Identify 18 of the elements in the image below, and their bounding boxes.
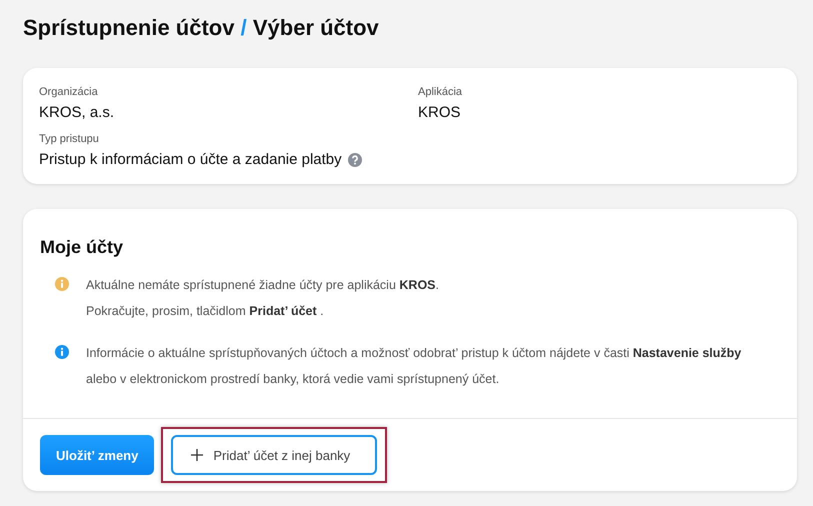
field-label: Typ pristupu <box>39 133 100 145</box>
info-icon <box>55 345 69 359</box>
message-text: Pokračujte, prosim, tlačidlom Pridat’ účet . <box>86 303 325 320</box>
breadcrumb-separator: / <box>240 15 247 40</box>
message-text: Informácie o aktuálne sprístupňovaných účtoch a možnosť odobrat’ pristup k účtom nájdete v časti Nastavenie služby alebo v elektronickom prostredí banky, ktorá vedie vami sprístupnený účet. <box>86 345 742 388</box>
section-title: Moje účty <box>39 236 124 259</box>
info-icon <box>55 277 69 291</box>
page-title: Výber účtov <box>252 15 379 40</box>
field-label: Aplikácia <box>418 86 464 98</box>
field-value: KROS <box>418 104 461 121</box>
field-value: KROS, a.s. <box>39 104 114 121</box>
plus-icon <box>191 449 204 461</box>
add-account-button[interactable]: Pridat’ účet z inej banky <box>171 435 378 475</box>
field-value: Pristup k informáciam o účte a zadanie platby <box>39 151 342 168</box>
field-label: Organizácia <box>39 86 99 98</box>
page-title: Sprístupnenie účtov <box>23 15 234 40</box>
help-icon[interactable] <box>348 152 362 166</box>
message-text: Aktuálne nemáte sprístupnené žiadne účty pre aplikáciu KROS. <box>86 277 439 294</box>
